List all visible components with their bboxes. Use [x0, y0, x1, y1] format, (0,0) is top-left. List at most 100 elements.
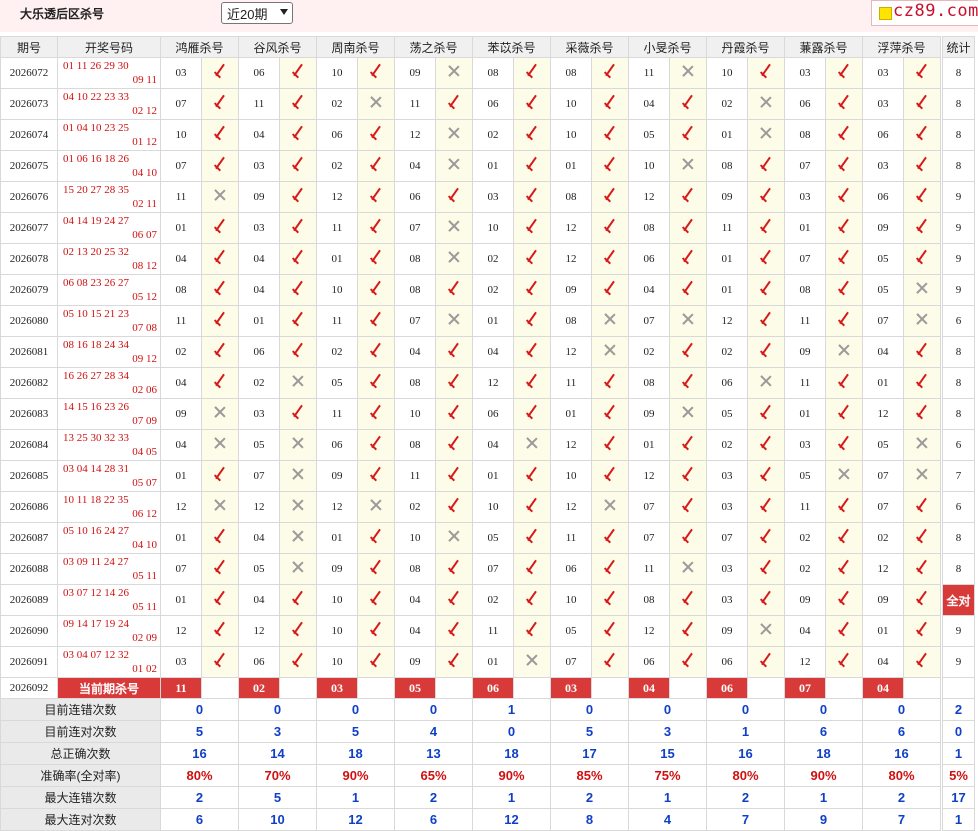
cross-icon [292, 561, 304, 573]
kill-number-cell: 05 [862, 243, 904, 275]
kill-number-cell: 07 [472, 553, 514, 585]
stat-value: 5 [316, 720, 395, 743]
site-logo[interactable]: cz89.com [871, 0, 978, 26]
result-mark-cell [357, 429, 395, 461]
stat-value: 1 [784, 786, 863, 809]
kill-number-cell: 04 [394, 584, 436, 616]
cross-icon [448, 158, 460, 170]
draw-numbers-cell: 04 14 19 24 27 06 07 [57, 212, 161, 244]
check-icon [837, 499, 851, 511]
kill-number-cell: 08 [628, 212, 670, 244]
draw-numbers-cell: 03 04 14 28 31 05 07 [57, 460, 161, 492]
result-mark-cell [903, 88, 941, 120]
result-mark-cell [435, 615, 473, 647]
kill-number-cell: 07 [394, 305, 436, 337]
front-area-numbers: 01 06 16 18 26 [63, 153, 129, 165]
kill-number-cell: 08 [472, 57, 514, 89]
current-empty-cell [747, 677, 785, 699]
period-cell: 2026074 [0, 119, 58, 151]
check-icon [681, 189, 695, 201]
result-mark-cell [747, 305, 785, 337]
result-mark-cell [279, 367, 317, 399]
back-area-numbers: 02 12 [132, 105, 157, 117]
check-icon [369, 220, 383, 232]
correct-count-cell: 9 [942, 181, 975, 213]
back-area-numbers: 05 11 [132, 601, 157, 613]
stat-value: 13 [394, 742, 473, 765]
kill-number-cell: 06 [238, 336, 280, 368]
front-area-numbers: 13 25 30 32 33 [63, 432, 129, 444]
result-mark-cell [201, 367, 239, 399]
col-header-period: 期号 [0, 36, 58, 58]
kill-number-cell: 12 [706, 305, 748, 337]
stat-value: 0 [160, 698, 239, 721]
result-mark-cell [513, 615, 551, 647]
result-mark-cell [201, 553, 239, 585]
check-icon [603, 375, 617, 387]
result-mark-cell [513, 305, 551, 337]
kill-number-cell: 08 [628, 367, 670, 399]
cross-icon [682, 158, 694, 170]
result-mark-cell [435, 367, 473, 399]
kill-number-cell: 01 [706, 119, 748, 151]
cross-icon [448, 220, 460, 232]
period-cell: 2026091 [0, 646, 58, 678]
kill-number-cell: 09 [784, 584, 826, 616]
check-icon [759, 251, 773, 263]
kill-number-cell: 01 [550, 398, 592, 430]
result-mark-cell [747, 429, 785, 461]
stat-value: 4 [628, 808, 707, 831]
check-icon [291, 158, 305, 170]
result-mark-cell [435, 336, 473, 368]
kill-number-cell: 08 [394, 553, 436, 585]
current-kill-number: 06 [472, 677, 514, 699]
stat-value: 2 [862, 786, 941, 809]
check-icon [291, 127, 305, 139]
kill-number-cell: 03 [862, 150, 904, 182]
result-mark-cell [747, 57, 785, 89]
stat-value: 1 [706, 720, 785, 743]
col-header-expert: 鸿雁杀号 [160, 36, 239, 58]
kill-number-cell: 12 [160, 615, 202, 647]
cross-icon [838, 344, 850, 356]
check-icon [213, 127, 227, 139]
col-header-expert: 浮萍杀号 [862, 36, 941, 58]
table-row: 2026089 03 07 12 14 26 05 11 01 04 10 04 02 10 08… [0, 584, 975, 616]
front-area-numbers: 05 10 15 21 23 [63, 308, 129, 320]
kill-number-cell: 07 [394, 212, 436, 244]
kill-number-cell: 07 [628, 491, 670, 523]
result-mark-cell [279, 57, 317, 89]
stat-value: 18 [316, 742, 395, 765]
result-mark-cell [513, 274, 551, 306]
result-mark-cell [903, 119, 941, 151]
result-mark-cell [435, 150, 473, 182]
kill-number-cell: 06 [316, 119, 358, 151]
period-cell: 2026082 [0, 367, 58, 399]
kill-number-cell: 05 [784, 460, 826, 492]
range-select[interactable]: 近20期 [221, 2, 293, 24]
draw-numbers-cell: 16 26 27 28 34 02 06 [57, 367, 161, 399]
result-mark-cell [669, 367, 707, 399]
cross-icon [448, 65, 460, 77]
check-icon [681, 282, 695, 294]
result-mark-cell [357, 212, 395, 244]
check-icon [681, 592, 695, 604]
result-mark-cell [591, 181, 629, 213]
stat-row: 总正确次数 16 14 18 13 18 17 15 16 18 16 1 [0, 742, 975, 765]
cross-icon [292, 375, 304, 387]
check-icon [525, 468, 539, 480]
back-area-numbers: 01 12 [132, 136, 157, 148]
cross-icon [916, 282, 928, 294]
period-cell: 2026087 [0, 522, 58, 554]
result-mark-cell [669, 181, 707, 213]
result-mark-cell [357, 646, 395, 678]
stat-value: 1 [316, 786, 395, 809]
kill-number-cell: 02 [316, 336, 358, 368]
correct-count-cell: 9 [942, 212, 975, 244]
kill-number-cell: 11 [784, 491, 826, 523]
result-mark-cell [279, 150, 317, 182]
current-kill-number: 04 [628, 677, 670, 699]
current-stat-cell [942, 677, 975, 699]
result-mark-cell [591, 615, 629, 647]
stat-value: 2 [394, 786, 473, 809]
